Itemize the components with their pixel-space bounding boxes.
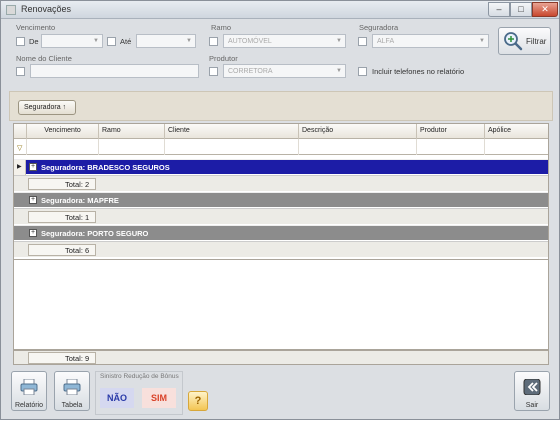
tabela-label: Tabela <box>61 402 83 409</box>
relatorio-button[interactable]: Relatório <box>11 371 47 411</box>
maximize-button[interactable]: □ <box>510 2 532 17</box>
group-total: Total: 1 <box>28 211 96 223</box>
incluir-telefones-checkbox[interactable] <box>358 67 367 76</box>
group-chip-seguradora[interactable]: Seguradora ↑ <box>18 100 76 115</box>
ate-checkbox[interactable] <box>107 37 116 46</box>
ate-label: Até <box>120 37 132 46</box>
nome-cliente-checkbox[interactable] <box>16 67 25 76</box>
grand-total: Total: 9 <box>28 352 96 364</box>
renovacoes-window: Renovações – □ ✕ Vencimento De ▼ Até ▼ R… <box>0 0 560 420</box>
exit-arrow-icon <box>523 379 541 395</box>
current-row-arrow-icon: ▶ <box>17 164 22 170</box>
group-label: Seguradora: BRADESCO SEGUROS <box>41 163 170 172</box>
filter-cell-descricao[interactable] <box>298 139 416 155</box>
printer-icon <box>63 379 81 395</box>
group-total: Total: 2 <box>28 178 96 190</box>
de-date-field[interactable]: ▼ <box>41 34 103 48</box>
close-button[interactable]: ✕ <box>532 2 558 17</box>
seguradora-label: Seguradora <box>359 23 399 32</box>
seguradora-value: ALFA <box>377 38 395 45</box>
auto-filter-row <box>14 139 548 155</box>
filtrar-button[interactable]: Filtrar <box>498 27 551 55</box>
help-button[interactable]: ? <box>188 391 208 411</box>
grid-empty-area <box>13 260 549 350</box>
ramo-checkbox[interactable] <box>209 37 218 46</box>
ramo-select[interactable]: AUTOMÓVEL ▼ <box>223 34 346 48</box>
sair-button[interactable]: Sair <box>514 371 550 411</box>
produtor-value: CORRETORA <box>228 68 273 75</box>
chevron-down-icon: ▼ <box>479 38 485 44</box>
printer-icon <box>20 379 38 395</box>
grand-total-row: Total: 9 <box>13 350 549 365</box>
group-chip-label: Seguradora <box>24 104 61 111</box>
nao-button[interactable]: NÃO <box>100 388 134 408</box>
group-label: Seguradora: MAPFRE <box>41 196 119 205</box>
nome-cliente-input[interactable] <box>30 64 199 78</box>
sinistro-label: Sinistro Redução de Bônus <box>100 373 179 380</box>
group-row-porto-seguro[interactable]: + Seguradora: PORTO SEGURO <box>14 225 548 240</box>
group-row-bradesco[interactable]: ▶ + Seguradora: BRADESCO SEGUROS <box>14 159 548 175</box>
ate-date-field[interactable]: ▼ <box>136 34 196 48</box>
filter-cell-ramo[interactable] <box>98 139 164 155</box>
incluir-telefones-label: Incluir telefones no relatório <box>372 67 465 76</box>
column-header-cliente[interactable]: Cliente <box>164 124 298 139</box>
group-summary-row: Total: 2 <box>14 175 548 191</box>
produtor-checkbox[interactable] <box>209 67 218 76</box>
nome-cliente-label: Nome do Cliente <box>16 54 72 63</box>
renovacoes-grid: Vencimento Ramo Cliente Descrição Produt… <box>13 123 549 260</box>
group-by-panel: Seguradora ↑ <box>9 91 553 121</box>
column-header-vencimento[interactable]: Vencimento <box>26 124 98 139</box>
filter-cell-cliente[interactable] <box>164 139 298 155</box>
filter-cell-vencimento[interactable] <box>26 139 98 155</box>
expand-icon[interactable]: + <box>29 163 37 171</box>
bottom-toolbar: Relatório Tabela Sinistro Redução de Bôn… <box>1 367 560 421</box>
column-header-ramo[interactable]: Ramo <box>98 124 164 139</box>
title-bar: Renovações – □ ✕ <box>1 1 559 19</box>
relatorio-label: Relatório <box>14 402 43 409</box>
sim-button[interactable]: SIM <box>142 388 176 408</box>
group-label: Seguradora: PORTO SEGURO <box>41 229 149 238</box>
column-header-row: Vencimento Ramo Cliente Descrição Produt… <box>14 124 548 139</box>
column-header-apolice[interactable]: Apólice <box>484 124 548 139</box>
chevron-down-icon: ▼ <box>336 68 342 74</box>
row-indicator: ▶ <box>14 160 26 175</box>
ramo-value: AUTOMÓVEL <box>228 38 272 45</box>
column-header-produtor[interactable]: Produtor <box>416 124 484 139</box>
produtor-select[interactable]: CORRETORA ▼ <box>223 64 346 78</box>
window-title: Renovações <box>21 4 72 14</box>
expand-icon[interactable]: + <box>29 229 37 237</box>
group-summary-row: Total: 6 <box>14 241 548 257</box>
vencimento-checkbox[interactable] <box>16 37 25 46</box>
de-label: De <box>29 37 39 46</box>
expand-icon[interactable]: + <box>29 196 37 204</box>
group-total: Total: 6 <box>28 244 96 256</box>
minimize-button[interactable]: – <box>488 2 510 17</box>
group-summary-row: Total: 1 <box>14 208 548 224</box>
sair-label: Sair <box>525 402 539 409</box>
filter-cell-apolice[interactable] <box>484 139 548 155</box>
app-icon <box>6 5 16 15</box>
filter-funnel-icon: ▽ <box>17 145 23 152</box>
seguradora-select[interactable]: ALFA ▼ <box>372 34 489 48</box>
seguradora-checkbox[interactable] <box>358 37 367 46</box>
chevron-down-icon: ▼ <box>93 38 99 44</box>
vencimento-label: Vencimento <box>16 23 56 32</box>
filter-cell-produtor[interactable] <box>416 139 484 155</box>
tabela-button[interactable]: Tabela <box>54 371 90 411</box>
sort-ascending-icon: ↑ <box>62 104 67 111</box>
sinistro-reducao-bonus-group: Sinistro Redução de Bônus NÃO SIM <box>95 371 183 415</box>
ramo-label: Ramo <box>211 23 232 32</box>
column-header-descricao[interactable]: Descrição <box>298 124 416 139</box>
produtor-label: Produtor <box>209 54 238 63</box>
chevron-down-icon: ▼ <box>186 38 192 44</box>
magnifier-icon <box>504 32 523 51</box>
group-row-mapfre[interactable]: + Seguradora: MAPFRE <box>14 192 548 207</box>
chevron-down-icon: ▼ <box>336 38 342 44</box>
filtrar-label: Filtrar <box>526 37 547 46</box>
